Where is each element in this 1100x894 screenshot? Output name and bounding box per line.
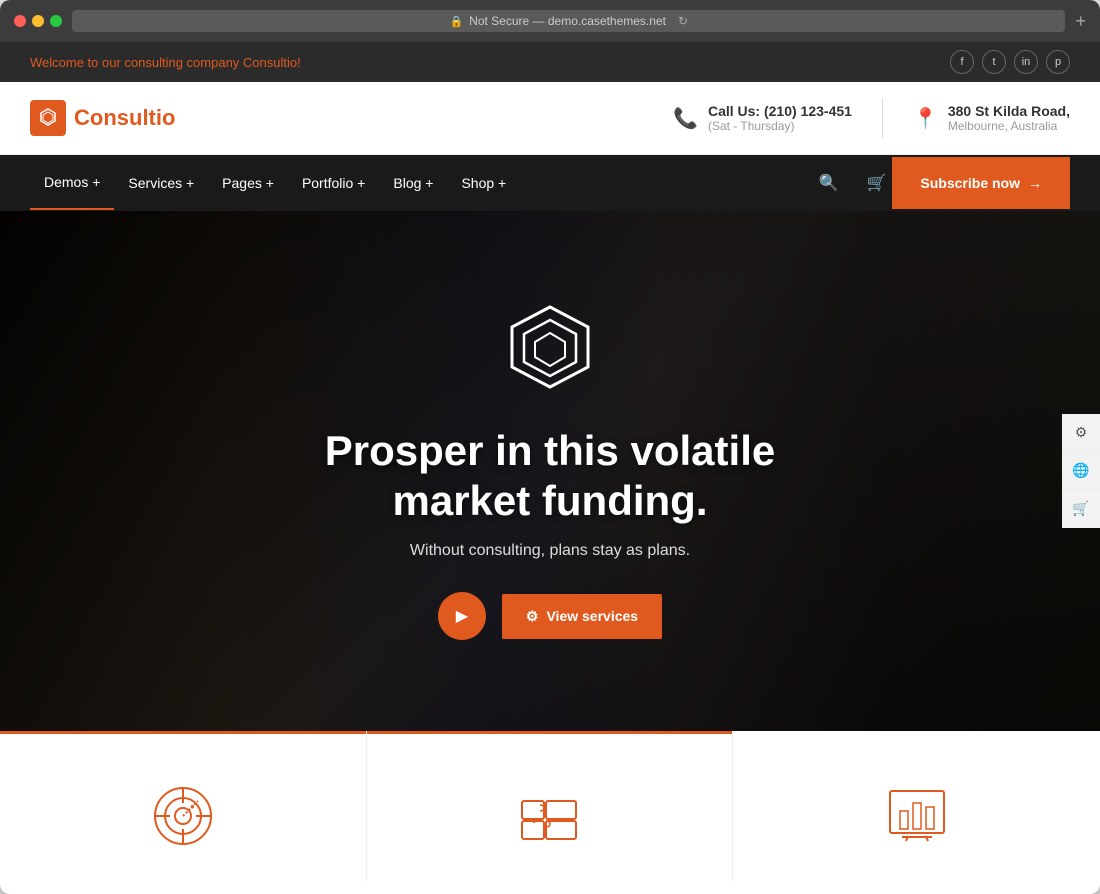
lock-icon: 🔒: [449, 15, 463, 28]
pinterest-icon[interactable]: p: [1046, 50, 1070, 74]
logo[interactable]: Consultio: [30, 100, 175, 136]
gear-icon: ⚙: [526, 608, 539, 625]
nav-icons: 🔍 🛒: [813, 155, 893, 211]
header-contacts: 📞 Call Us: (210) 123-451 (Sat - Thursday…: [673, 98, 1070, 138]
nav-items: Demos + Services + Pages + Portfolio + B…: [30, 156, 803, 210]
phone-hours: (Sat - Thursday): [708, 119, 852, 133]
hero-logo-icon: [500, 302, 600, 402]
facebook-icon[interactable]: f: [950, 50, 974, 74]
hero-content: Prosper in this volatile market funding.…: [285, 302, 815, 641]
cart-nav-icon[interactable]: 🛒: [861, 155, 893, 211]
new-tab-button[interactable]: +: [1075, 11, 1086, 32]
site-header: Consultio 📞 Call Us: (210) 123-451 (Sat …: [0, 82, 1100, 155]
phone-number: Call Us: (210) 123-451: [708, 103, 852, 119]
svg-text:●: ●: [190, 802, 195, 811]
phone-contact: 📞 Call Us: (210) 123-451 (Sat - Thursday…: [673, 103, 852, 133]
url-text: Not Secure — demo.casethemes.net: [469, 14, 666, 28]
top-bar: Welcome to our consulting company Consul…: [0, 42, 1100, 82]
cart-tool[interactable]: 🛒: [1062, 490, 1100, 528]
minimize-dot[interactable]: [32, 15, 44, 27]
cards-row: ●: [0, 731, 1100, 881]
top-bar-welcome: Welcome to our consulting company Consul…: [30, 55, 301, 70]
location-icon: 📍: [913, 106, 938, 131]
address-line2: Melbourne, Australia: [948, 119, 1070, 133]
view-services-label: View services: [546, 608, 638, 624]
nav-item-blog[interactable]: Blog +: [379, 157, 447, 209]
brand-name: Consultio!: [243, 55, 301, 70]
view-services-button[interactable]: ⚙ View services: [502, 594, 662, 639]
nav-item-demos[interactable]: Demos +: [30, 156, 114, 210]
fullscreen-dot[interactable]: [50, 15, 62, 27]
address-contact: 📍 380 St Kilda Road, Melbourne, Australi…: [913, 103, 1070, 133]
browser-window: 🔒 Not Secure — demo.casethemes.net ↻ + W…: [0, 0, 1100, 894]
nav-item-services[interactable]: Services +: [114, 157, 208, 209]
browser-dots: [14, 15, 62, 27]
chart-icon: [882, 781, 952, 851]
nav-item-shop[interactable]: Shop +: [447, 157, 520, 209]
browser-chrome: 🔒 Not Secure — demo.casethemes.net ↻ +: [0, 0, 1100, 42]
logo-svg: [37, 107, 59, 129]
puzzle-icon: [514, 781, 584, 851]
hero-heading-line1: Prosper in this volatile: [325, 427, 775, 474]
hero-buttons: ▶ ⚙ View services: [325, 592, 775, 640]
play-button[interactable]: ▶: [438, 592, 486, 640]
subscribe-label: Subscribe now: [920, 175, 1020, 191]
hero-heading-line2: market funding.: [392, 477, 707, 524]
logo-name: onsultio: [90, 105, 176, 130]
contact-divider: [882, 98, 883, 138]
card-puzzle: [367, 731, 734, 881]
logo-text: Consultio: [74, 105, 175, 131]
search-icon[interactable]: 🔍: [813, 155, 845, 211]
address-line1: 380 St Kilda Road,: [948, 103, 1070, 119]
subscribe-button[interactable]: Subscribe now →: [892, 157, 1070, 209]
logo-icon: [30, 100, 66, 136]
phone-icon: 📞: [673, 106, 698, 131]
close-dot[interactable]: [14, 15, 26, 27]
nav-item-pages[interactable]: Pages +: [208, 157, 288, 209]
hero-subheading: Without consulting, plans stay as plans.: [325, 542, 775, 560]
twitter-icon[interactable]: t: [982, 50, 1006, 74]
social-icons: f t in p: [950, 50, 1070, 74]
card-analytics: ●: [0, 731, 367, 881]
card-chart: [733, 731, 1100, 881]
url-bar[interactable]: 🔒 Not Secure — demo.casethemes.net ↻: [72, 10, 1065, 32]
hero-heading: Prosper in this volatile market funding.: [325, 426, 775, 527]
nav-item-portfolio[interactable]: Portfolio +: [288, 157, 379, 209]
hero-section: Prosper in this volatile market funding.…: [0, 211, 1100, 731]
analytics-icon: ●: [148, 781, 218, 851]
main-nav: Demos + Services + Pages + Portfolio + B…: [0, 155, 1100, 211]
subscribe-arrow: →: [1028, 175, 1042, 191]
reload-icon[interactable]: ↻: [678, 14, 688, 28]
linkedin-icon[interactable]: in: [1014, 50, 1038, 74]
address-details: 380 St Kilda Road, Melbourne, Australia: [948, 103, 1070, 133]
globe-tool[interactable]: 🌐: [1062, 452, 1100, 490]
logo-c: C: [74, 105, 90, 130]
sidebar-tools: ⚙ 🌐 🛒: [1062, 414, 1100, 528]
phone-details: Call Us: (210) 123-451 (Sat - Thursday): [708, 103, 852, 133]
welcome-text: Welcome to our consulting company: [30, 55, 243, 70]
settings-tool[interactable]: ⚙: [1062, 414, 1100, 452]
